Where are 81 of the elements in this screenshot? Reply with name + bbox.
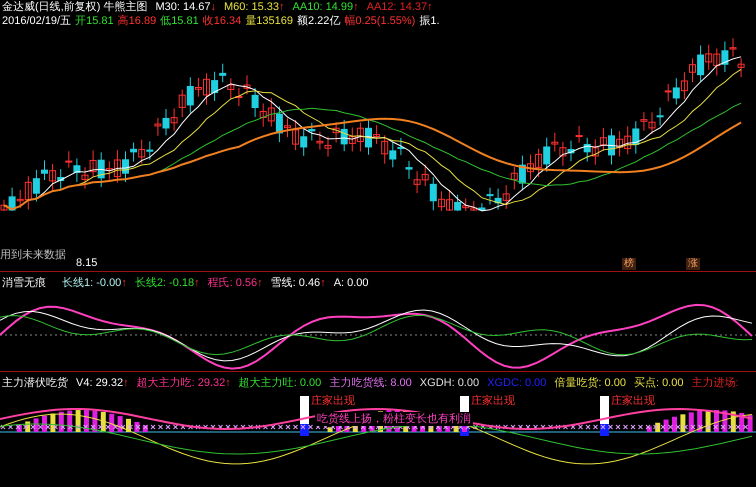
signal-label: 庄家出现 xyxy=(311,394,355,408)
indicator-name: 主力潜伏吃货 xyxy=(2,376,68,390)
indicator-value: A: 0.00 xyxy=(334,276,369,290)
low-price-label: 8.15 xyxy=(76,256,98,270)
indicator-value: V4: 29.32 xyxy=(76,376,124,390)
histogram-bar xyxy=(664,420,669,432)
indicator-value: AA10: 14.99 xyxy=(292,0,354,14)
histogram-bar xyxy=(100,412,106,432)
signal-bar xyxy=(300,396,309,436)
histogram-bar xyxy=(84,410,89,432)
histogram-bar xyxy=(50,414,56,432)
histogram-bar xyxy=(16,424,22,432)
indicator-value: 长线1: -0.00 xyxy=(62,276,122,290)
chart-note: 用到未来数据 xyxy=(0,248,66,262)
quote-value: 开15.81 xyxy=(75,14,114,28)
indicator-value: 雪线: 0.46 xyxy=(270,276,320,290)
histogram-bar xyxy=(58,412,64,432)
quote-value: 收16.34 xyxy=(202,14,242,28)
indicator-value: AA12: 14.37 xyxy=(366,0,428,14)
indicator-value: 长线2: -0.18 xyxy=(134,276,194,290)
indicator-value: 倍量吃货: 0.00 xyxy=(554,376,626,390)
histogram-bar xyxy=(706,410,711,432)
quote-value: 量135169 xyxy=(245,14,293,28)
trend-arrow: ↑ xyxy=(257,276,263,290)
indicator-value: M30: 14.67 xyxy=(155,0,210,14)
trend-arrow: ↑ xyxy=(121,276,127,290)
chart-tag: 榜 xyxy=(622,258,636,270)
trend-arrow: ↑ xyxy=(427,0,433,14)
histogram-bar xyxy=(672,416,677,432)
histogram-bar xyxy=(126,418,131,432)
histogram-bar xyxy=(76,410,81,432)
trend-arrow: ↑ xyxy=(353,0,359,14)
trend-arrow: ↑ xyxy=(194,276,200,290)
histogram-bar xyxy=(680,414,686,432)
histogram-bar xyxy=(646,426,652,432)
trend-arrow: ↑ xyxy=(123,376,129,390)
histogram-bar xyxy=(109,414,114,432)
chart-title: 金达威(日线,前复权) 牛熊主图 xyxy=(2,0,148,14)
quote-value: 2016/02/19/五 xyxy=(2,14,72,28)
quote-value: 额2.22亿 xyxy=(296,14,340,28)
indicator-value: 超大主力吃: 29.32 xyxy=(136,376,226,390)
chart-tag: 涨 xyxy=(686,258,700,270)
indicator-value: XGDC: 0.00 xyxy=(487,376,546,390)
indicator-value: 主力进场: xyxy=(691,376,739,390)
histogram-bar xyxy=(688,412,694,432)
histogram-bar xyxy=(67,410,72,432)
indicator-value: 程氏: 0.56 xyxy=(208,276,258,290)
quote-value: 幅0.25(1.55%) xyxy=(344,14,416,28)
histogram-bar xyxy=(42,416,47,432)
trend-arrow: ↑ xyxy=(279,0,285,14)
histogram-bar xyxy=(714,410,719,432)
trend-arrow: ↑ xyxy=(225,376,231,390)
quote-value: 振1. xyxy=(419,14,440,28)
signal-label: 庄家出现 xyxy=(611,394,655,408)
signal-bar xyxy=(600,396,609,436)
indicator-value: 买点: 0.00 xyxy=(634,376,684,390)
hint-text: 吃货线上扬，粉柱变长也有利润 xyxy=(315,412,473,426)
indicator-value: 主力吃货线: 8.00 xyxy=(329,376,412,390)
indicator-name: 消雪无痕 xyxy=(2,276,46,290)
histogram-bar xyxy=(328,427,333,432)
indicator-value: XGDH: 0.00 xyxy=(420,376,480,390)
histogram-bar xyxy=(34,418,39,432)
histogram-bar xyxy=(462,426,467,432)
histogram-bar xyxy=(739,413,744,432)
histogram-bar xyxy=(697,411,702,432)
histogram-bar xyxy=(142,425,148,432)
histogram-bar xyxy=(92,410,98,432)
histogram-bar xyxy=(25,421,30,432)
quote-value: 高16.89 xyxy=(118,14,156,28)
histogram-bar xyxy=(118,416,123,432)
histogram-bar xyxy=(655,422,660,432)
trend-arrow: ↑ xyxy=(320,276,326,290)
histogram-bar xyxy=(134,422,140,432)
histogram-bar xyxy=(722,410,728,432)
indicator-value: M60: 15.33 xyxy=(224,0,280,14)
histogram-bar xyxy=(748,415,753,432)
trend-arrow: ↓ xyxy=(210,0,216,14)
histogram-bar xyxy=(730,411,736,432)
indicator-value: 超大主力吐: 0.00 xyxy=(238,376,322,390)
signal-label: 庄家出现 xyxy=(471,394,515,408)
quote-value: 低15.81 xyxy=(160,14,199,28)
